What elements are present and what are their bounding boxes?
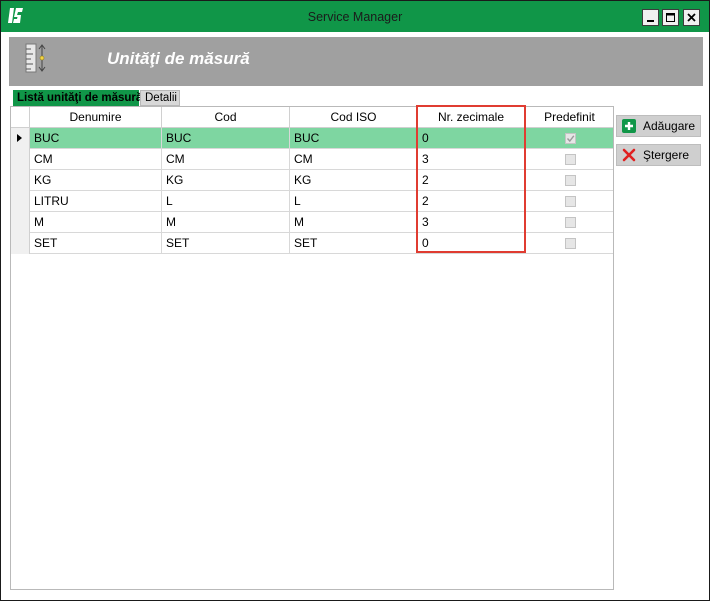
cell-cod-iso[interactable]: SET bbox=[290, 233, 418, 254]
col-header-denumire[interactable]: Denumire bbox=[30, 107, 162, 128]
header-row-selector bbox=[11, 107, 30, 128]
cell-cod[interactable]: KG bbox=[162, 170, 290, 191]
units-grid[interactable]: Denumire Cod Cod ISO Nr. zecimale Predef… bbox=[10, 106, 614, 590]
delete-button[interactable]: Ştergere bbox=[616, 144, 701, 166]
page-title: Unităţi de măsură bbox=[107, 49, 250, 68]
checkmark-icon bbox=[566, 135, 575, 143]
row-selector[interactable] bbox=[11, 170, 30, 191]
row-selector[interactable] bbox=[11, 128, 30, 149]
cell-nr-zecimale[interactable]: 3 bbox=[418, 212, 525, 233]
row-selector[interactable] bbox=[11, 191, 30, 212]
table-row[interactable]: CM CM CM 3 bbox=[11, 149, 613, 170]
predefinit-checkbox[interactable] bbox=[565, 175, 576, 186]
cell-cod-iso[interactable]: M bbox=[290, 212, 418, 233]
cell-nr-zecimale[interactable]: 2 bbox=[418, 170, 525, 191]
close-button[interactable] bbox=[683, 9, 700, 26]
grid-header: Denumire Cod Cod ISO Nr. zecimale Predef… bbox=[11, 107, 613, 128]
cell-nr-zecimale[interactable]: 0 bbox=[418, 128, 525, 149]
cell-denumire[interactable]: CM bbox=[30, 149, 162, 170]
maximize-icon bbox=[666, 13, 675, 22]
predefinit-checkbox[interactable] bbox=[565, 196, 576, 207]
ruler-icon bbox=[25, 43, 46, 73]
cell-cod[interactable]: CM bbox=[162, 149, 290, 170]
table-row[interactable]: SET SET SET 0 bbox=[11, 233, 613, 254]
cell-nr-zecimale[interactable]: 2 bbox=[418, 191, 525, 212]
row-selector[interactable] bbox=[11, 233, 30, 254]
predefinit-checkbox[interactable] bbox=[565, 133, 576, 144]
cell-cod-iso[interactable]: BUC bbox=[290, 128, 418, 149]
add-button[interactable]: Adăugare bbox=[616, 115, 701, 137]
predefinit-checkbox[interactable] bbox=[565, 154, 576, 165]
predefinit-checkbox[interactable] bbox=[565, 217, 576, 228]
cell-cod[interactable]: L bbox=[162, 191, 290, 212]
minimize-button[interactable] bbox=[642, 9, 659, 26]
cell-cod[interactable]: M bbox=[162, 212, 290, 233]
close-icon bbox=[687, 13, 696, 22]
col-header-predefinit[interactable]: Predefinit bbox=[525, 107, 614, 128]
page-header: Unităţi de măsură bbox=[9, 37, 703, 86]
x-icon bbox=[622, 148, 636, 162]
cell-cod[interactable]: BUC bbox=[162, 128, 290, 149]
cell-cod-iso[interactable]: KG bbox=[290, 170, 418, 191]
maximize-button[interactable] bbox=[662, 9, 679, 26]
col-header-cod[interactable]: Cod bbox=[162, 107, 290, 128]
col-header-nr-zecimale[interactable]: Nr. zecimale bbox=[418, 107, 525, 128]
cell-nr-zecimale[interactable]: 0 bbox=[418, 233, 525, 254]
table-row[interactable]: BUC BUC BUC 0 bbox=[11, 128, 613, 149]
add-button-label: Adăugare bbox=[643, 119, 696, 133]
cell-cod[interactable]: SET bbox=[162, 233, 290, 254]
cell-denumire[interactable]: M bbox=[30, 212, 162, 233]
table-row[interactable]: M M M 3 bbox=[11, 212, 613, 233]
current-row-arrow-icon bbox=[17, 134, 22, 142]
predefinit-checkbox[interactable] bbox=[565, 238, 576, 249]
cell-denumire[interactable]: KG bbox=[30, 170, 162, 191]
row-selector[interactable] bbox=[11, 212, 30, 233]
cell-denumire[interactable]: BUC bbox=[30, 128, 162, 149]
cell-cod-iso[interactable]: CM bbox=[290, 149, 418, 170]
delete-button-label: Ştergere bbox=[643, 148, 690, 162]
cell-denumire[interactable]: SET bbox=[30, 233, 162, 254]
tab-detalii[interactable]: Detalii bbox=[140, 90, 180, 106]
app-window: Service Manager Unităţi de măsură Listă … bbox=[0, 0, 710, 601]
table-row[interactable]: KG KG KG 2 bbox=[11, 170, 613, 191]
row-selector[interactable] bbox=[11, 149, 30, 170]
table-row[interactable]: LITRU L L 2 bbox=[11, 191, 613, 212]
cell-cod-iso[interactable]: L bbox=[290, 191, 418, 212]
title-bar[interactable]: Service Manager bbox=[1, 1, 709, 32]
cell-nr-zecimale[interactable]: 3 bbox=[418, 149, 525, 170]
col-header-cod-iso[interactable]: Cod ISO bbox=[290, 107, 418, 128]
tab-lista-unitati[interactable]: Listă unităţi de măsură bbox=[13, 90, 142, 106]
minimize-icon bbox=[647, 20, 654, 22]
cell-denumire[interactable]: LITRU bbox=[30, 191, 162, 212]
window-title: Service Manager bbox=[307, 10, 403, 24]
plus-icon bbox=[622, 119, 636, 133]
